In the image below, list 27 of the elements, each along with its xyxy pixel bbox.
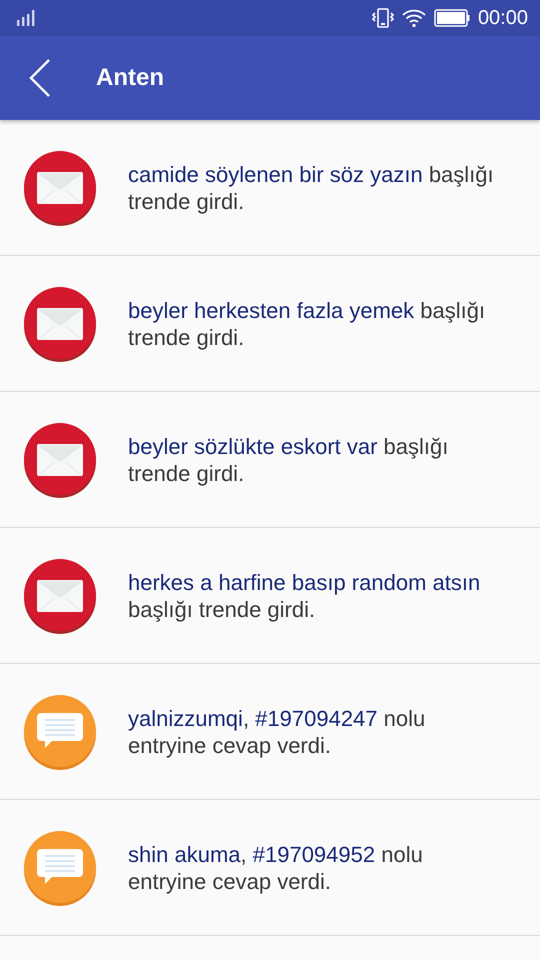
wifi-icon	[402, 8, 426, 28]
envelope-icon	[22, 422, 98, 498]
topic-link[interactable]: camide söylenen bir söz yazın	[128, 162, 423, 186]
notification-text: yalnizzumqi, #197094247 nolu entryine cevap verdi.	[128, 704, 426, 758]
topic-link[interactable]: herkes a harfine basıp random atsın	[128, 570, 480, 594]
topic-link[interactable]: shin akuma	[128, 842, 241, 866]
notification-text: beyler herkesten fazla yemek başlığı trende girdi.	[128, 296, 486, 350]
topic-link[interactable]: beyler herkesten fazla yemek	[128, 298, 414, 322]
notification-text: herkes a harfine basıp random atsın başlığı trende girdi.	[128, 568, 482, 622]
clock-time: 00:00	[478, 6, 528, 31]
envelope-icon	[22, 286, 98, 362]
notification-text: beyler sözlükte eskort var başlığı trende girdi.	[128, 432, 450, 486]
envelope-icon	[22, 558, 98, 634]
chat-bubble-icon	[22, 830, 98, 906]
notification-text: shin akuma, #197094952 nolu entryine cevap verdi.	[128, 840, 424, 894]
notification-text: camide söylenen bir söz yazın başlığı trende girdi.	[128, 160, 495, 214]
topic-link[interactable]: yalnizzumqi	[128, 706, 243, 730]
battery-icon	[434, 9, 470, 27]
topic-link[interactable]: #197094247	[255, 706, 378, 730]
topic-link[interactable]: #197094952	[252, 842, 376, 866]
topic-link[interactable]: beyler sözlükte eskort var	[128, 434, 378, 458]
chat-bubble-icon	[22, 694, 98, 770]
vibrate-icon	[372, 7, 394, 29]
envelope-icon	[22, 150, 98, 226]
chevron-left-icon	[28, 58, 52, 98]
signal-icon	[16, 10, 36, 26]
screen-title: Anten	[96, 64, 164, 92]
